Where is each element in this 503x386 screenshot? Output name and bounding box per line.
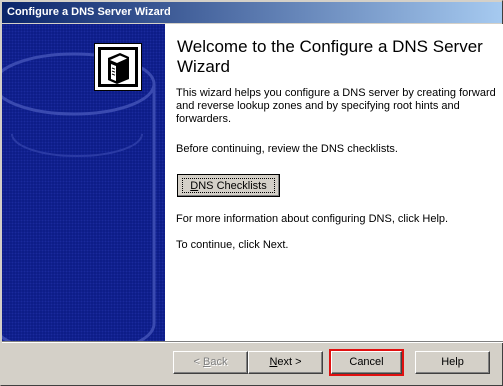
continue-text: To continue, click Next. (176, 239, 289, 251)
wizard-side-panel (2, 24, 165, 341)
cancel-highlight-box (329, 349, 404, 376)
more-info-text: For more information about configuring D… (176, 213, 449, 225)
title-bar[interactable]: Configure a DNS Server Wizard (2, 2, 502, 23)
help-label: Help (441, 356, 464, 368)
page-title: Welcome to the Configure a DNS Server Wi… (177, 37, 483, 76)
next-label: ext > (277, 356, 302, 368)
dns-checklists-label: NS Checklists (198, 180, 267, 192)
server-tower-icon (94, 43, 142, 91)
focus-rectangle: DNS Checklists (182, 178, 275, 193)
back-label: ack (210, 356, 228, 368)
wizard-window: Configure a DNS Server Wizard Welcome to… (0, 0, 503, 386)
wizard-content: Welcome to the Configure a DNS Server Wi… (165, 24, 503, 341)
back-button[interactable]: < Back (173, 351, 248, 374)
review-text: Before continuing, review the DNS checkl… (176, 143, 398, 155)
back-prefix: < (193, 356, 203, 368)
intro-text: This wizard helps you configure a DNS se… (176, 87, 496, 125)
dns-checklists-button[interactable]: DNS Checklists (177, 174, 280, 197)
footer-divider (2, 341, 503, 343)
help-button[interactable]: Help (415, 351, 490, 374)
next-button[interactable]: Next > (248, 351, 323, 374)
window-title: Configure a DNS Server Wizard (7, 6, 171, 18)
